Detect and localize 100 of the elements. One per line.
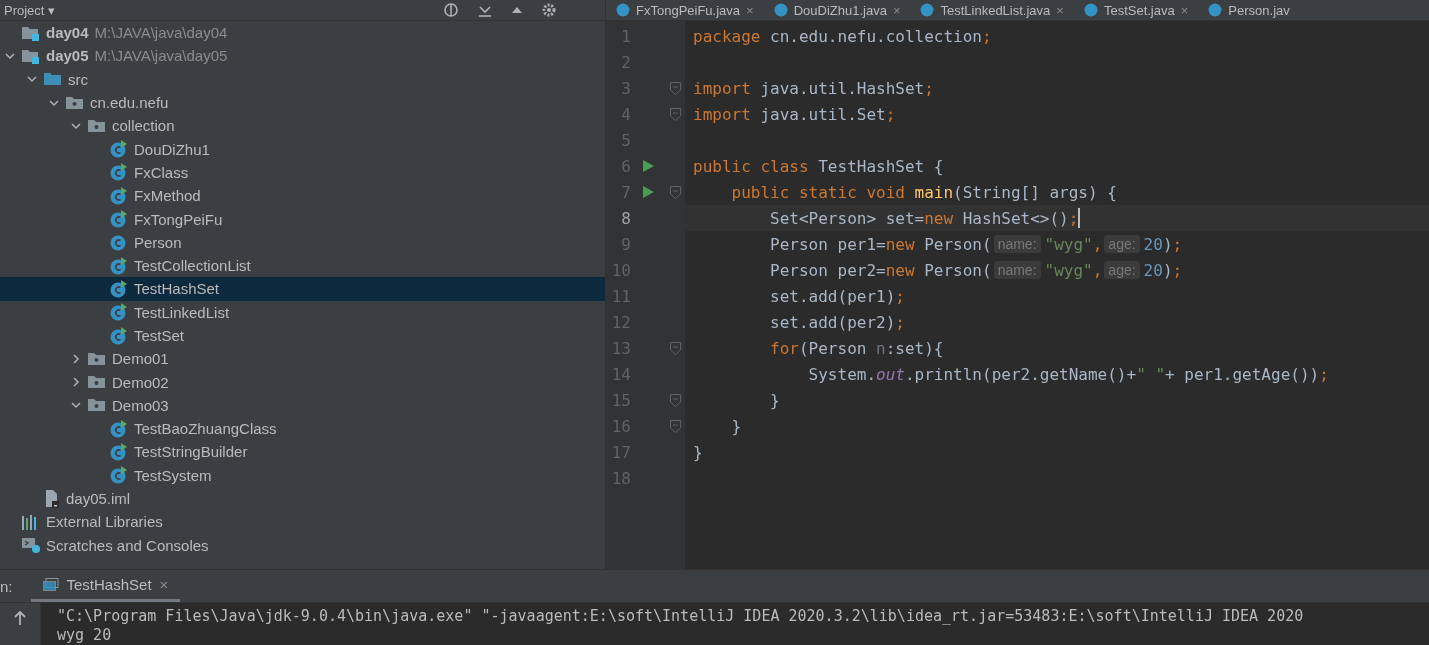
package-folder-icon	[88, 375, 106, 390]
code-line: }	[769, 390, 780, 410]
parameter-hint: age:	[1104, 261, 1140, 279]
tree-item-label: FxTongPeiFu	[134, 210, 223, 228]
tree-item[interactable]: TestStringBuilder	[0, 440, 605, 464]
tree-item[interactable]: collection	[0, 114, 605, 138]
code-line: set.add(per1);	[769, 286, 905, 306]
tree-item-label: TestSystem	[134, 466, 212, 484]
module-path: M:\JAVA\java\day05	[94, 47, 228, 65]
string-literal: "wyg"	[1044, 260, 1093, 280]
editor-tab[interactable]: FxTongPeiFu.java ×	[606, 0, 764, 20]
tree-item[interactable]: TestLinkedList	[0, 300, 605, 324]
line-number: 8	[620, 207, 631, 230]
tree-item[interactable]: Person	[0, 230, 605, 254]
tree-item[interactable]: src	[0, 67, 605, 91]
scratches-icon	[22, 537, 40, 554]
editor-tab[interactable]: Person.jav	[1198, 0, 1300, 20]
fold-marker-icon[interactable]	[669, 185, 681, 199]
runnable-class-icon	[110, 466, 128, 485]
arrow-up-icon[interactable]	[14, 611, 26, 625]
tree-item[interactable]: External Libraries	[0, 510, 605, 534]
number-literal: 20	[1143, 260, 1163, 280]
runnable-class-icon	[110, 303, 128, 322]
folder-icon	[44, 72, 62, 87]
code-line: package cn.edu.nefu.collection;	[693, 26, 992, 46]
tree-item-label: Demo01	[112, 350, 169, 368]
class-icon	[1208, 3, 1223, 17]
project-dropdown[interactable]: Project ▾	[4, 2, 56, 18]
tree-item-label: TestSet	[134, 327, 185, 344]
code-line: }	[730, 416, 742, 436]
tree-item[interactable]: TestSet	[0, 323, 605, 348]
code-line: set.add(per2);	[769, 312, 905, 332]
run-icon[interactable]	[642, 160, 654, 172]
tree-item-label: day05	[46, 47, 89, 65]
tree-item[interactable]: Scratches and Consoles	[0, 533, 605, 557]
tree-item-label: Demo03	[112, 396, 169, 414]
tree-item[interactable]: TestSystem	[0, 463, 605, 487]
fold-marker-icon[interactable]	[669, 107, 681, 121]
fold-marker-icon[interactable]	[669, 341, 681, 355]
run-icon[interactable]	[642, 186, 654, 198]
tree-item[interactable]: cn.edu.nefu	[0, 90, 605, 115]
text-caret	[1078, 208, 1081, 228]
tree-item-label: day04	[46, 24, 89, 42]
code-line: public class TestHashSet {	[693, 156, 944, 176]
chevron-icon[interactable]	[70, 352, 82, 365]
tree-item-label: External Libraries	[46, 513, 163, 531]
tree-item[interactable]: FxMethod	[0, 184, 605, 208]
tree-item[interactable]: FxTongPeiFu	[0, 207, 605, 231]
editor-tab[interactable]: DouDiZhu1.java ×	[763, 0, 911, 20]
package-folder-icon	[66, 95, 84, 110]
tree-item[interactable]: TestCollectionList	[0, 253, 605, 278]
chevron-icon[interactable]	[70, 376, 82, 389]
editor-tab[interactable]: TestLinkedList.java ×	[910, 0, 1074, 20]
fold-marker-icon[interactable]	[669, 81, 681, 95]
package-folder-icon	[88, 118, 106, 133]
target-icon[interactable]	[443, 2, 459, 18]
file-icon	[44, 489, 60, 508]
tree-item-label: src	[68, 70, 88, 88]
code-line: System.out.println(per2.getName()+" "+ per1.getAge());	[807, 364, 1329, 384]
tree-item[interactable]: day05 M:\JAVA\java\day05	[0, 44, 605, 68]
tree-item-label: Person	[134, 233, 182, 251]
tree-item[interactable]: FxClass	[0, 160, 605, 185]
console-line: "C:\Program Files\Java\jdk-9.0.4\bin\java.exe" "-javaagent:E:\soft\IntelliJ IDEA 2020.3.2\lib\idea_rt.jar=53483:E:\soft\IntelliJ IDEA 2020	[57, 607, 1305, 626]
runnable-class-icon	[110, 163, 128, 182]
tree-item-label: cn.edu.nefu	[90, 94, 169, 112]
parameter-hint: age:	[1104, 235, 1140, 253]
tree-item[interactable]: Demo02	[0, 370, 605, 394]
tree-item[interactable]: Demo01	[0, 347, 605, 371]
tree-item[interactable]: TestHashSet	[0, 277, 605, 301]
module-folder-icon	[22, 24, 40, 41]
tree-item-label: FxMethod	[134, 187, 201, 205]
class-icon	[773, 3, 788, 17]
tree-item-label: collection	[112, 117, 175, 135]
editor-tab[interactable]: TestSet.java ×	[1073, 0, 1199, 20]
tree-item[interactable]: TestBaoZhuangClass	[0, 417, 605, 441]
runnable-class-icon	[110, 186, 128, 205]
tree-item[interactable]: DouDiZhu1	[0, 137, 605, 161]
tree-item-label: TestCollectionList	[134, 257, 251, 275]
class-icon	[920, 3, 935, 17]
tree-item[interactable]: day04 M:\JAVA\java\day04	[0, 21, 605, 45]
tree-item[interactable]: day05.iml	[0, 486, 605, 511]
code-line: Set<Person> set=new HashSet<>();	[769, 208, 1081, 228]
tree-item-label: TestLinkedList	[134, 303, 230, 321]
class-icon	[616, 3, 630, 17]
console-line: wyg 20	[57, 626, 113, 645]
caret-up-icon[interactable]	[511, 5, 523, 15]
tree-item[interactable]: Demo03	[0, 393, 605, 418]
runnable-class-icon	[110, 256, 128, 275]
fold-marker-icon[interactable]	[669, 393, 681, 407]
settings-icon[interactable]	[541, 2, 557, 18]
code-line: Person per1=new Person( name: "wyg", age: 20);	[769, 234, 1183, 254]
fold-marker-icon[interactable]	[669, 419, 681, 433]
module-path: M:\JAVA\java\day04	[94, 24, 228, 42]
number-literal: 20	[1143, 234, 1163, 254]
code-line: import java.util.HashSet;	[693, 78, 934, 98]
tree-item-label: Demo02	[112, 373, 169, 391]
tree-item-label: day05.iml	[66, 490, 131, 508]
runnable-class-icon	[110, 419, 128, 438]
code-line: import java.util.Set;	[693, 104, 896, 124]
runnable-class-icon	[110, 140, 128, 159]
